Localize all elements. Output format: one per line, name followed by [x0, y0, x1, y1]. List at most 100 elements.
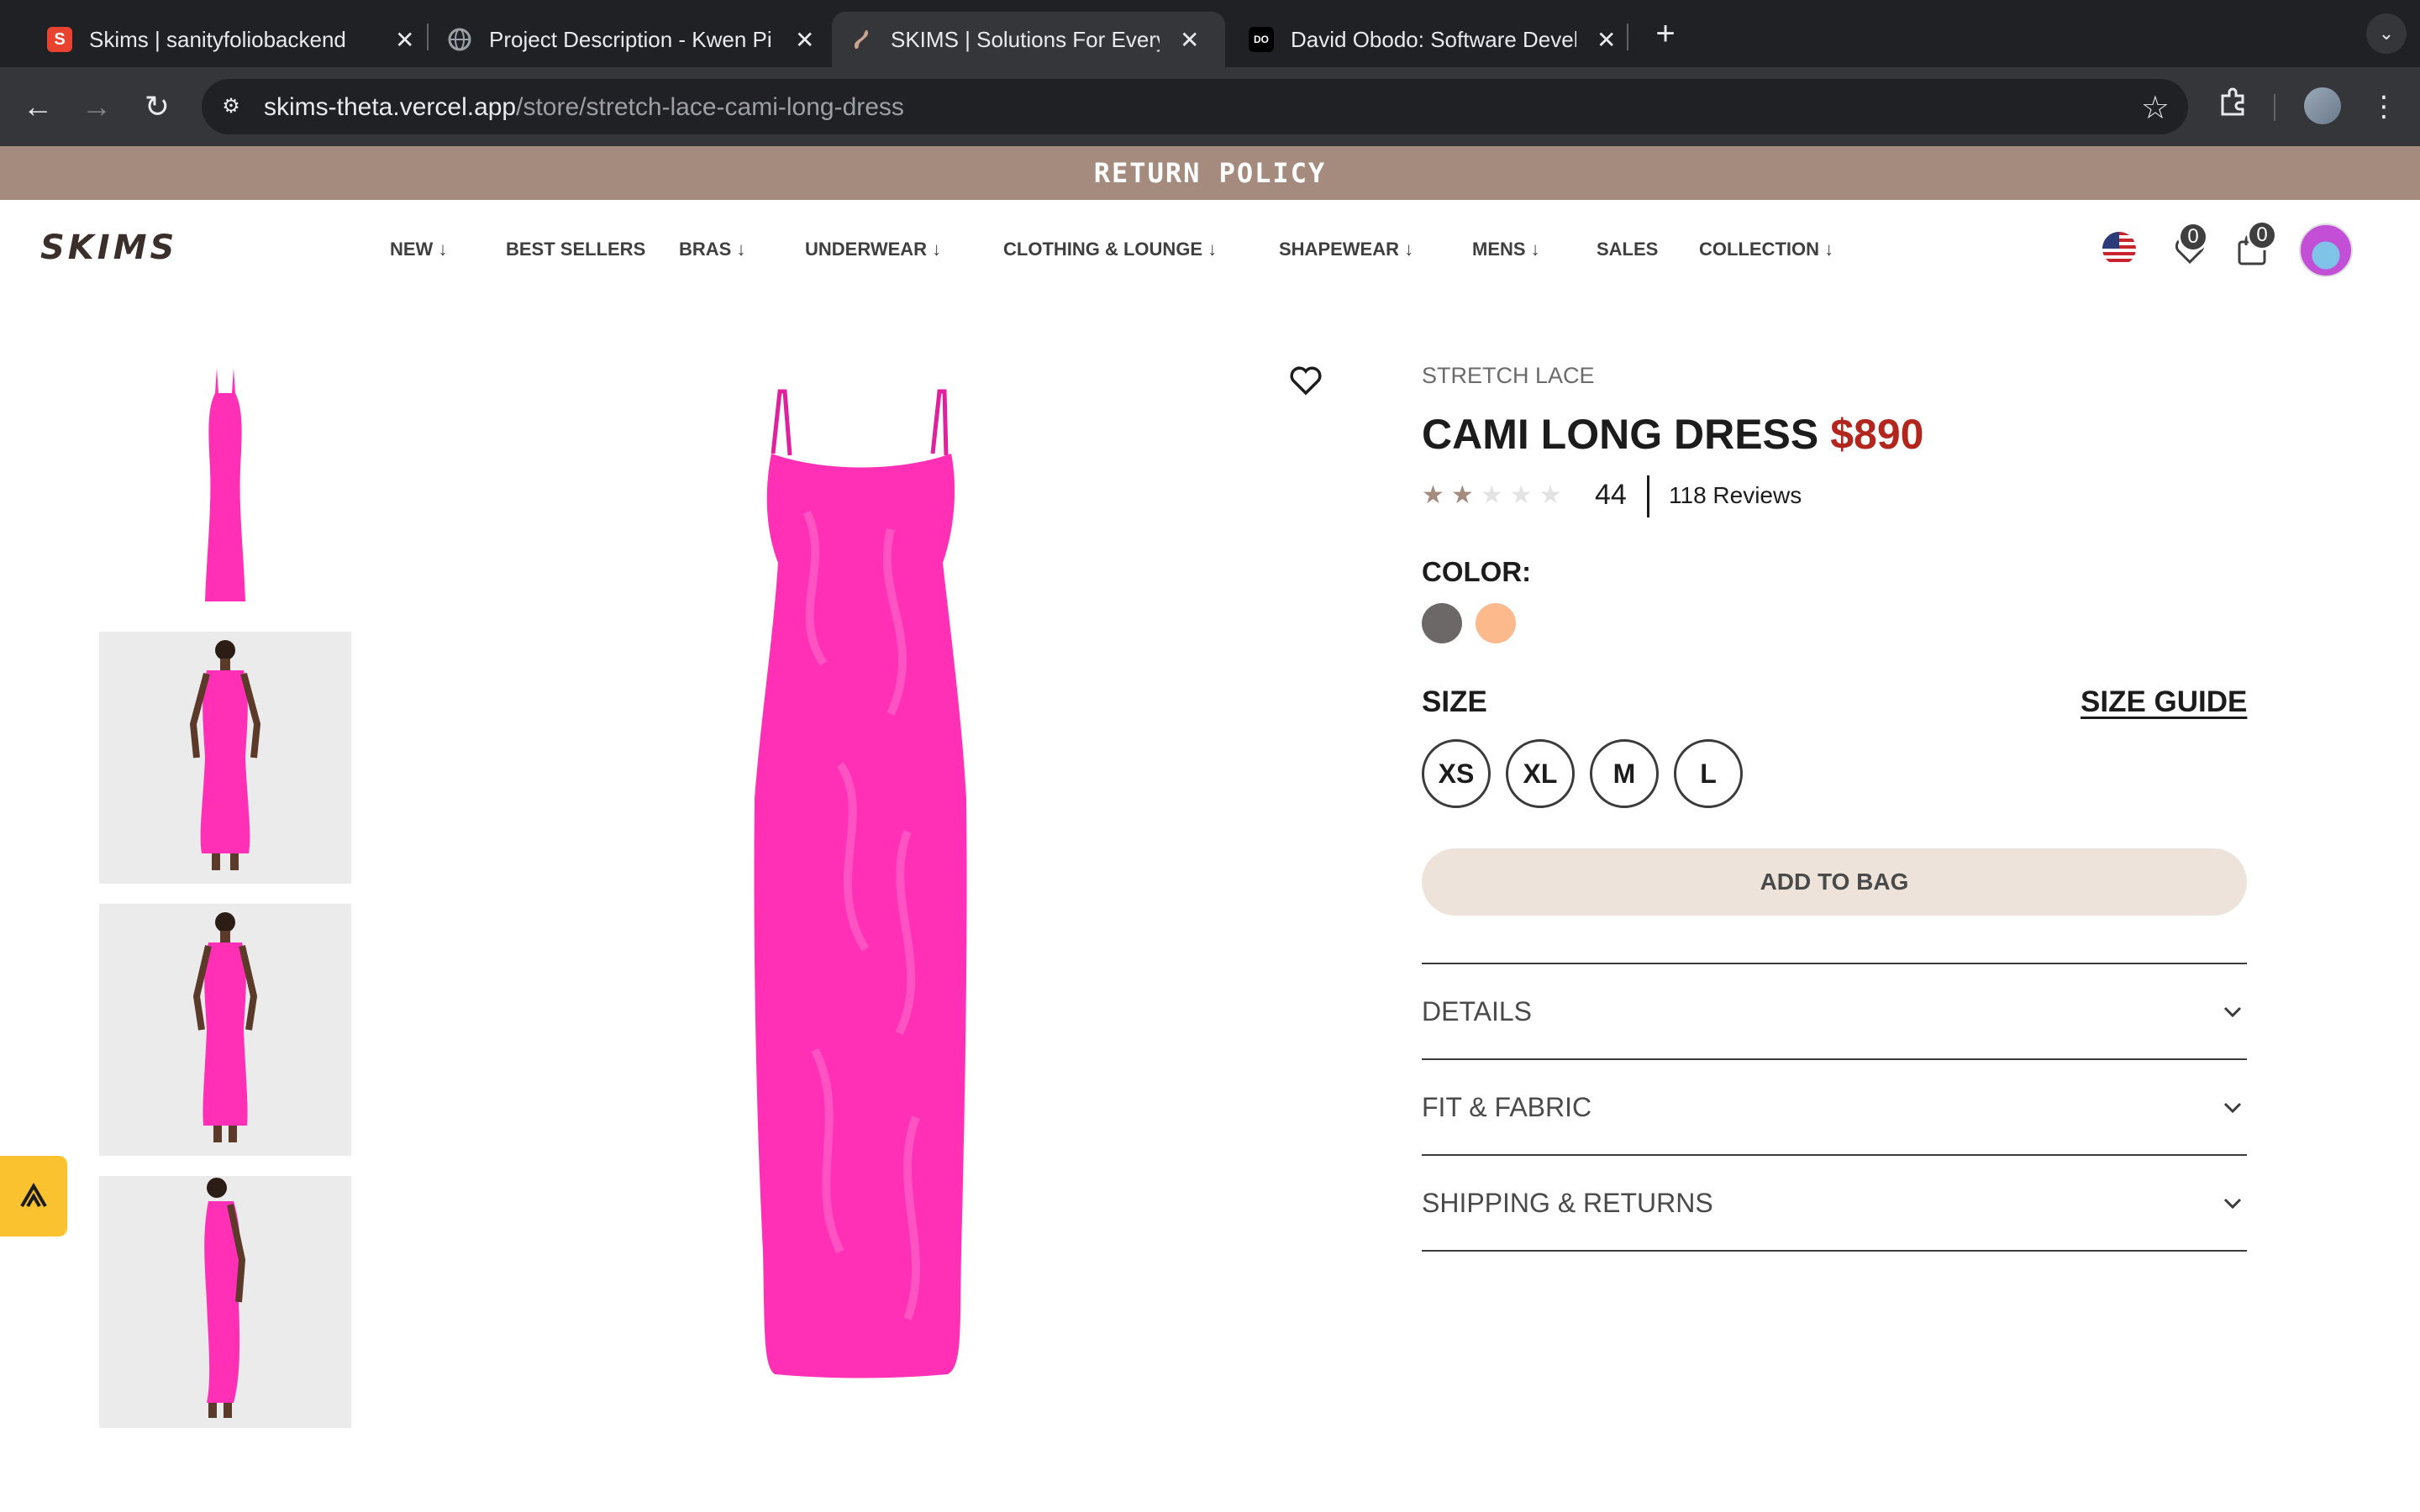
rating-divider	[1647, 475, 1649, 517]
url-path: /store/stretch-lace-cami-long-dress	[516, 93, 904, 121]
nav-shapewear[interactable]: SHAPEWEAR ↓	[1279, 239, 1413, 260]
color-swatch-grey[interactable]	[1422, 603, 1462, 643]
accordion-details[interactable]: DETAILS	[1422, 996, 1532, 1027]
nav-new[interactable]: NEW ↓	[390, 239, 447, 260]
close-tab-icon[interactable]: ✕	[1597, 26, 1616, 54]
nav-label: COLLECTION	[1699, 239, 1819, 260]
address-bar[interactable]: ⚙ skims-theta.vercel.app/store/stretch-l…	[202, 79, 2188, 134]
nav-underwear[interactable]: UNDERWEAR ↓	[805, 239, 941, 260]
nav-clothing-lounge[interactable]: CLOTHING & LOUNGE ↓	[1003, 239, 1217, 260]
chevron-down-icon[interactable]	[2218, 1094, 2247, 1122]
accordion-divider	[1422, 1154, 2247, 1156]
add-to-wishlist-heart-icon[interactable]	[1286, 360, 1326, 400]
url-host: skims-theta.vercel.app	[264, 93, 517, 121]
us-flag-icon[interactable]	[2102, 232, 2136, 265]
browser-tab[interactable]: DO David Obodo: Software Devel ✕	[1232, 12, 1633, 67]
nav-mens[interactable]: MENS ↓	[1472, 239, 1540, 260]
accordion-shipping-returns[interactable]: SHIPPING & RETURNS	[1422, 1188, 1713, 1219]
nav-label: MENS	[1472, 239, 1526, 260]
dress-thumbnail-image	[205, 368, 245, 601]
product-name: CAMI LONG DRESS	[1422, 411, 1819, 458]
arrow-down-icon: ↓	[731, 239, 746, 260]
nav-best-sellers[interactable]: BEST SELLERS	[506, 239, 645, 260]
back-arrow-icon[interactable]: ←	[17, 86, 59, 128]
close-tab-icon[interactable]: ✕	[795, 26, 814, 54]
model-back-thumbnail-image	[189, 640, 261, 870]
nav-sales[interactable]: SALES	[1597, 239, 1658, 260]
return-policy-banner[interactable]: RETURN POLICY	[0, 146, 2420, 200]
product-thumbnail[interactable]	[99, 632, 351, 884]
product-collection: STRETCH LACE	[1422, 363, 1595, 388]
nav-label: SHAPEWEAR	[1279, 239, 1400, 260]
browser-tab-active[interactable]: SKIMS | Solutions For Every B ✕	[832, 12, 1225, 67]
tab-separator	[1627, 24, 1628, 50]
nav-label: CLOTHING & LOUNGE	[1003, 239, 1203, 260]
size-option-xl[interactable]: XL	[1506, 739, 1575, 808]
floating-widget-button[interactable]	[0, 1156, 67, 1236]
arrow-down-icon: ↓	[433, 239, 448, 260]
arrow-down-icon: ↓	[1819, 239, 1834, 260]
new-tab-button[interactable]: +	[1645, 15, 1686, 55]
product-price: $890	[1830, 411, 1924, 458]
product-title: CAMI LONG DRESS $890	[1422, 410, 1923, 459]
star-empty-icon: ★	[1539, 481, 1569, 509]
model-front-thumbnail-image	[192, 912, 258, 1142]
size-option-l[interactable]: L	[1674, 739, 1743, 808]
globe-icon	[447, 27, 472, 52]
tab-search-chevron-icon[interactable]: ⌄	[2366, 13, 2407, 54]
accordion-divider	[1422, 963, 2247, 964]
browser-toolbar: ← → ↻ ⚙ skims-theta.vercel.app/store/str…	[0, 67, 2420, 146]
arrow-down-icon: ↓	[1399, 239, 1414, 260]
close-tab-icon[interactable]: ✕	[395, 26, 414, 54]
size-option-m[interactable]: M	[1590, 739, 1659, 808]
star-filled-icon: ★	[1450, 481, 1481, 509]
product-main-image[interactable]	[639, 361, 1084, 1403]
user-avatar[interactable]	[2299, 223, 2353, 277]
nav-label: BRAS	[679, 239, 732, 260]
chevron-down-icon[interactable]	[2218, 998, 2247, 1026]
forward-arrow-icon[interactable]: →	[76, 86, 118, 128]
model-side-thumbnail-image	[204, 1178, 246, 1418]
size-guide-link[interactable]: SIZE GUIDE	[2081, 685, 2247, 719]
add-to-bag-button[interactable]: ADD TO BAG	[1422, 848, 2247, 916]
arrow-down-icon: ↓	[927, 239, 942, 260]
rating-count: 44	[1595, 479, 1627, 511]
accordion-divider	[1422, 1058, 2247, 1060]
wishlist-count-badge: 0	[2178, 222, 2208, 252]
site-info-icon[interactable]: ⚙	[218, 94, 244, 119]
browser-tab[interactable]: S Skims | sanityfoliobackend ✕	[30, 12, 431, 67]
nav-label: UNDERWEAR	[805, 239, 928, 260]
color-swatch-peach[interactable]	[1476, 603, 1516, 643]
arrow-down-icon: ↓	[1525, 239, 1540, 260]
reviews-link[interactable]: 118 Reviews	[1669, 482, 1802, 509]
star-filled-icon: ★	[1422, 481, 1451, 509]
skims-logo[interactable]: SKIMS	[40, 228, 177, 267]
nav-label: BEST SELLERS	[506, 239, 646, 260]
close-tab-icon[interactable]: ✕	[1180, 26, 1199, 54]
accordion-divider	[1422, 1250, 2247, 1252]
browser-menu-icon[interactable]: ⋮	[2363, 86, 2405, 128]
extensions-puzzle-icon[interactable]	[2212, 86, 2254, 128]
skims-favicon-icon	[849, 27, 874, 52]
tab-title: Project Description - Kwen Pi	[489, 26, 772, 52]
product-thumbnail[interactable]	[99, 904, 351, 1156]
url-text[interactable]: skims-theta.vercel.app/store/stretch-lac…	[264, 93, 904, 122]
size-option-xs[interactable]: XS	[1422, 739, 1491, 808]
rating-stars: ★★★★★	[1422, 480, 1569, 510]
nav-label: SALES	[1597, 239, 1659, 260]
tab-separator	[427, 24, 429, 50]
profile-avatar[interactable]	[2304, 87, 2341, 124]
star-empty-icon: ★	[1480, 481, 1510, 509]
browser-tab[interactable]: Project Description - Kwen Pi ✕	[430, 12, 831, 67]
reload-icon[interactable]: ↻	[136, 86, 178, 128]
nav-bras[interactable]: BRAS ↓	[679, 239, 745, 260]
chevron-down-icon[interactable]	[2218, 1189, 2247, 1218]
product-thumbnail[interactable]	[99, 1176, 351, 1428]
tab-title: Skims | sanityfoliobackend	[89, 26, 346, 52]
size-label: SIZE	[1422, 685, 1487, 718]
nav-collection[interactable]: COLLECTION ↓	[1699, 239, 1833, 260]
bookmark-star-icon[interactable]: ☆	[2141, 89, 2170, 127]
arrow-down-icon: ↓	[1202, 239, 1218, 260]
accordion-fit-fabric[interactable]: FIT & FABRIC	[1422, 1092, 1591, 1123]
product-thumbnail[interactable]	[99, 360, 351, 612]
